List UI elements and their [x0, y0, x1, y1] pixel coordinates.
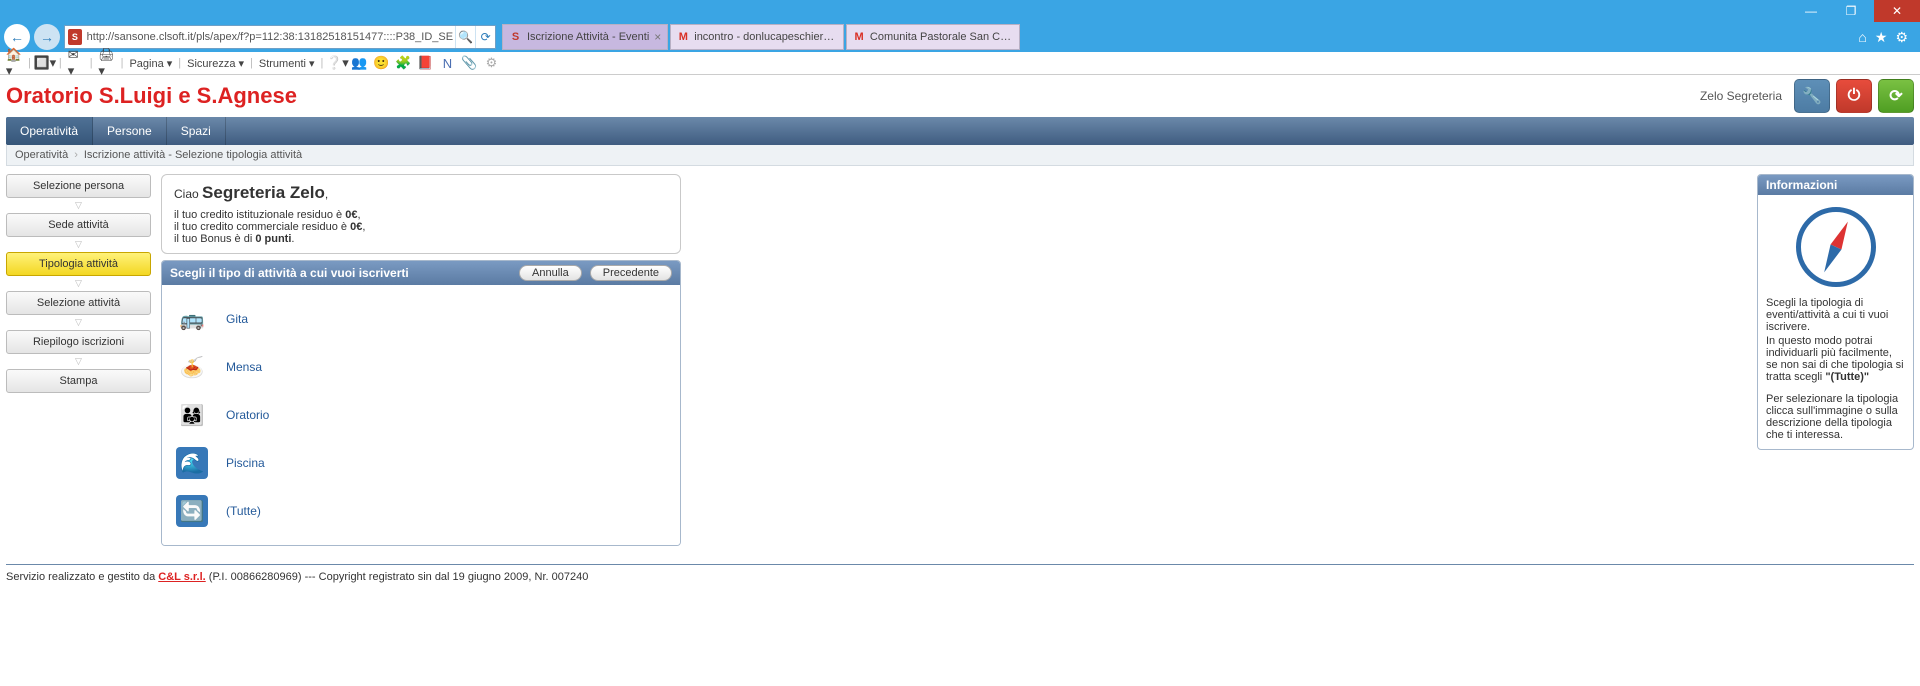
- activity-type-item[interactable]: 👨‍👩‍👧 Oratorio: [172, 391, 670, 439]
- breadcrumb-current: Iscrizione attività - Selezione tipologi…: [84, 149, 302, 161]
- help-icon[interactable]: ❔▾: [329, 55, 345, 71]
- activity-icon: 🚌: [176, 303, 208, 335]
- wizard-step-button[interactable]: Selezione persona: [6, 174, 151, 198]
- url-input[interactable]: [85, 26, 456, 48]
- page-menu[interactable]: Pagina ▾: [129, 57, 172, 70]
- browser-tab[interactable]: M Comunita Pastorale San Carlo ...: [846, 24, 1020, 50]
- footer: Servizio realizzato e gestito da C&L s.r…: [6, 564, 1914, 603]
- compass-icon: [1796, 207, 1876, 287]
- activity-label: Mensa: [226, 360, 262, 374]
- mail-icon[interactable]: ✉▾: [68, 55, 84, 71]
- credit-institutional: il tuo credito istituzionale residuo è 0…: [174, 209, 668, 221]
- wizard-step-button[interactable]: Stampa: [6, 369, 151, 393]
- address-bar[interactable]: S 🔍 ⟳: [64, 25, 496, 49]
- wizard-step-button[interactable]: Riepilogo iscrizioni: [6, 330, 151, 354]
- print-icon[interactable]: 🖨▾: [99, 55, 115, 71]
- toolbar-icon-2[interactable]: 🙂: [373, 55, 389, 71]
- tab-label: incontro - donlucapeschiera@...: [694, 31, 837, 43]
- close-icon[interactable]: ×: [654, 30, 661, 44]
- menu-item-persone[interactable]: Persone: [93, 117, 167, 145]
- main-menu: OperativitàPersoneSpazi: [6, 117, 1914, 145]
- info-text-3: Per selezionare la tipologia clicca sull…: [1766, 393, 1905, 441]
- chevron-down-icon: ▽: [6, 200, 151, 211]
- credit-commercial: il tuo credito commerciale residuo è 0€,: [174, 221, 668, 233]
- power-icon: ⏻: [1848, 87, 1861, 105]
- toolbar-icon-3[interactable]: 🧩: [395, 55, 411, 71]
- info-panel-title: Informazioni: [1758, 175, 1913, 195]
- footer-vendor-link[interactable]: C&L s.r.l.: [158, 571, 205, 583]
- current-user-label: Zelo Segreteria: [1700, 89, 1782, 103]
- cancel-button[interactable]: Annulla: [519, 265, 582, 281]
- panel-title: Scegli il tipo di attività a cui vuoi is…: [170, 266, 511, 280]
- ie-command-bar: 🏠▾| 🔲▾| ✉▾| 🖨▾| Pagina ▾| Sicurezza ▾| S…: [0, 52, 1920, 75]
- site-title: Oratorio S.Luigi e S.Agnese: [6, 83, 297, 109]
- credit-bonus: il tuo Bonus è di 0 punti.: [174, 233, 668, 245]
- home-icon[interactable]: ⌂: [1858, 29, 1866, 46]
- chevron-down-icon: ▽: [6, 278, 151, 289]
- activity-type-item[interactable]: 🍝 Mensa: [172, 343, 670, 391]
- tools-icon[interactable]: ⚙: [1895, 29, 1908, 46]
- chevron-down-icon: ▽: [6, 239, 151, 250]
- info-text-2: In questo modo potrai individuarli più f…: [1766, 335, 1905, 383]
- activity-label: Gita: [226, 312, 248, 326]
- toolbar-icon-1[interactable]: 👥: [351, 55, 367, 71]
- chevron-right-icon: ›: [74, 149, 78, 161]
- wizard-step-button[interactable]: Tipologia attività: [6, 252, 151, 276]
- wizard-step-button[interactable]: Sede attività: [6, 213, 151, 237]
- forward-button[interactable]: →: [34, 24, 60, 50]
- refresh-button[interactable]: ⟳: [1878, 79, 1914, 113]
- wrench-icon: 🔧: [1802, 86, 1822, 106]
- menu-item-operatività[interactable]: Operatività: [6, 117, 93, 145]
- activity-label: Piscina: [226, 456, 265, 470]
- tab-favicon-icon: S: [509, 31, 522, 44]
- browser-tab[interactable]: S Iscrizione Attività - Eventi ×: [502, 24, 668, 50]
- info-panel: Informazioni Scegli la tipologia di even…: [1757, 174, 1914, 450]
- window-minimize-button[interactable]: —: [1794, 0, 1828, 22]
- greeting-ciao: Ciao: [174, 187, 199, 201]
- activity-icon: 👨‍👩‍👧: [176, 399, 208, 431]
- home-icon[interactable]: 🏠▾: [6, 55, 22, 71]
- menu-item-spazi[interactable]: Spazi: [167, 117, 226, 145]
- window-restore-button[interactable]: ❐: [1834, 0, 1868, 22]
- logout-button[interactable]: ⏻: [1836, 79, 1872, 113]
- settings-button[interactable]: 🔧: [1794, 79, 1830, 113]
- chevron-down-icon: ▽: [6, 317, 151, 328]
- activity-icon: 🍝: [176, 351, 208, 383]
- activity-type-item[interactable]: 🌊 Piscina: [172, 439, 670, 487]
- wizard-step-button[interactable]: Selezione attività: [6, 291, 151, 315]
- activity-type-panel: Scegli il tipo di attività a cui vuoi is…: [161, 260, 681, 546]
- feeds-icon[interactable]: 🔲▾: [37, 55, 53, 71]
- tab-favicon-icon: M: [853, 31, 865, 44]
- toolbar-icon-4[interactable]: 📕: [417, 55, 433, 71]
- activity-type-item[interactable]: 🚌 Gita: [172, 295, 670, 343]
- cycle-icon: ⟳: [1889, 86, 1902, 106]
- greeting-box: Ciao Segreteria Zelo, il tuo credito ist…: [161, 174, 681, 254]
- favorite-icon[interactable]: ★: [1875, 29, 1888, 46]
- info-text-1: Scegli la tipologia di eventi/attività a…: [1766, 297, 1905, 333]
- previous-button[interactable]: Precedente: [590, 265, 672, 281]
- chevron-down-icon: ▽: [6, 356, 151, 367]
- toolbar-icon-5[interactable]: N: [439, 55, 455, 71]
- window-close-button[interactable]: ✕: [1874, 0, 1920, 22]
- toolbar-icon-7[interactable]: ⚙: [483, 55, 499, 71]
- activity-type-item[interactable]: 🔄 (Tutte): [172, 487, 670, 535]
- toolbar-icon-6[interactable]: 📎: [461, 55, 477, 71]
- safety-menu[interactable]: Sicurezza ▾: [187, 57, 244, 70]
- breadcrumb-root[interactable]: Operatività: [15, 149, 68, 161]
- activity-label: (Tutte): [226, 504, 261, 518]
- refresh-icon[interactable]: ⟳: [475, 26, 495, 48]
- activity-label: Oratorio: [226, 408, 269, 422]
- greeting-name: Segreteria Zelo: [202, 183, 325, 202]
- browser-tab[interactable]: Mincontro - donlucapeschiera@...: [670, 24, 844, 50]
- wizard-steps-sidebar: Selezione persona ▽ Sede attività ▽ Tipologi…: [6, 174, 151, 393]
- tab-favicon-icon: M: [677, 31, 689, 44]
- site-favicon-icon: S: [68, 29, 82, 45]
- search-dropdown-icon[interactable]: 🔍: [455, 26, 475, 48]
- tab-label: Comunita Pastorale San Carlo ...: [870, 31, 1013, 43]
- activity-icon: 🌊: [176, 447, 208, 479]
- tab-label: Iscrizione Attività - Eventi: [527, 31, 649, 43]
- activity-icon: 🔄: [176, 495, 208, 527]
- breadcrumb: Operatività › Iscrizione attività - Sele…: [6, 145, 1914, 166]
- tools-menu[interactable]: Strumenti ▾: [259, 57, 315, 70]
